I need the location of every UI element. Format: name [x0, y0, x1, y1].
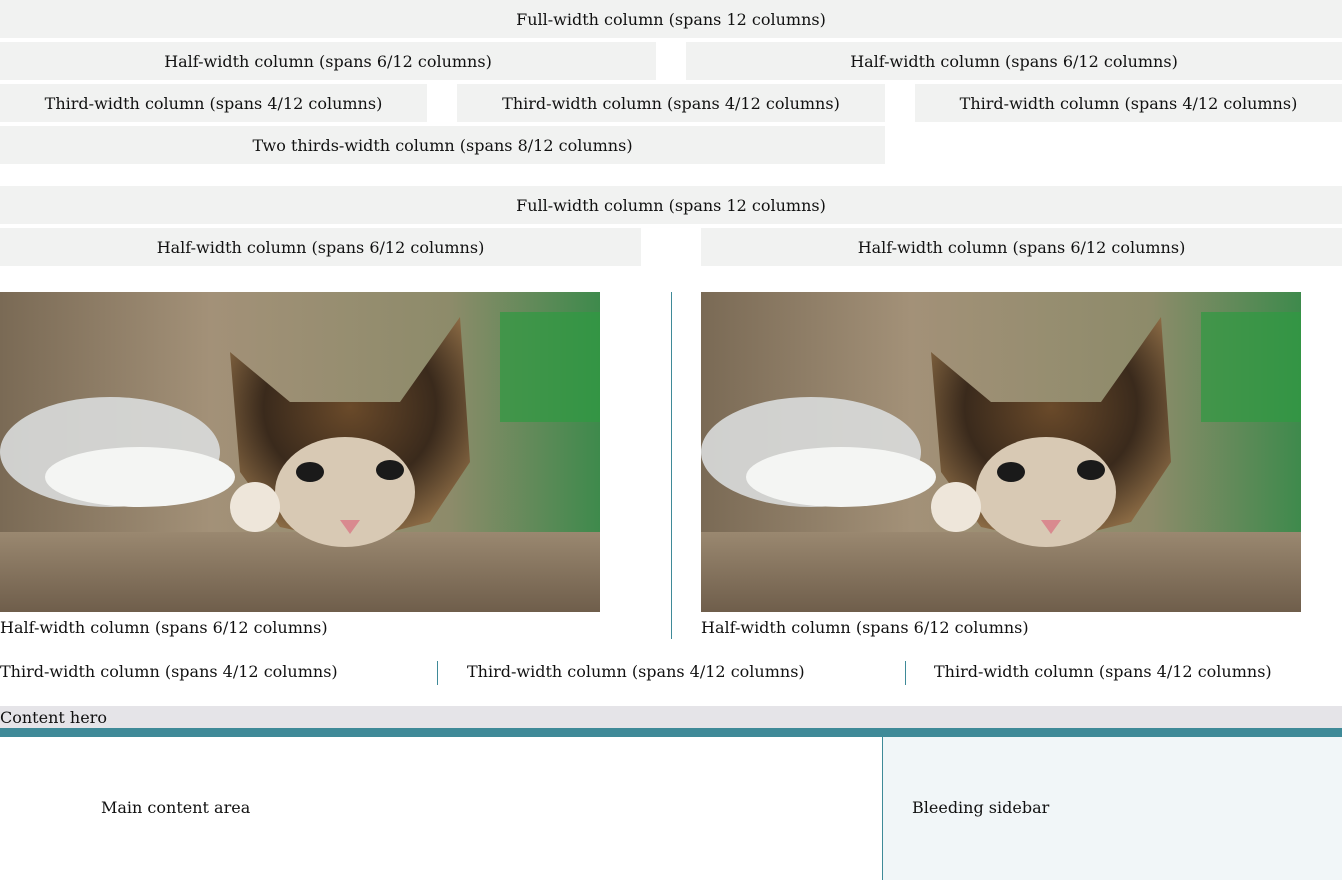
hero-border	[0, 728, 1342, 737]
third-width-column: Third-width column (spans 4/12 columns)	[457, 84, 885, 122]
column-label: Half-width column (spans 6/12 columns)	[156, 237, 485, 257]
half-width-column: Half-width column (spans 6/12 columns)	[0, 228, 641, 266]
kitten-image	[701, 292, 1301, 612]
column-divider	[905, 661, 906, 685]
full-width-column: Full-width column (spans 12 columns)	[0, 186, 1342, 224]
column-label: Half-width column (spans 6/12 columns)	[850, 51, 1178, 71]
column-label: Full-width column (spans 12 columns)	[516, 9, 826, 29]
kitten-image	[0, 292, 600, 612]
column-label: Third-width column (spans 4/12 columns)	[44, 93, 383, 113]
column-label: Two thirds-width column (spans 8/12 colu…	[252, 135, 633, 155]
column-label: Third-width column (spans 4/12 columns)	[959, 93, 1298, 113]
column-label: Full-width column (spans 12 columns)	[516, 195, 826, 215]
image-caption: Half-width column (spans 6/12 columns)	[701, 618, 1029, 637]
main-content-area: Main content area	[101, 798, 251, 817]
image-caption: Half-width column (spans 6/12 columns)	[0, 618, 328, 637]
column-label: Third-width column (spans 4/12 columns)	[502, 93, 840, 113]
column-divider	[671, 292, 672, 639]
column-label: Half-width column (spans 6/12 columns)	[857, 237, 1186, 257]
content-hero: Content hero	[0, 706, 1342, 728]
third-width-column: Third-width column (spans 4/12 columns)	[934, 662, 1272, 681]
third-width-column: Third-width column (spans 4/12 columns)	[0, 84, 427, 122]
third-width-column: Third-width column (spans 4/12 columns)	[0, 662, 338, 681]
hero-label: Content hero	[0, 707, 107, 727]
half-width-column: Half-width column (spans 6/12 columns)	[686, 42, 1342, 80]
two-thirds-width-column: Two thirds-width column (spans 8/12 colu…	[0, 126, 885, 164]
third-width-column: Third-width column (spans 4/12 columns)	[915, 84, 1342, 122]
full-width-column: Full-width column (spans 12 columns)	[0, 0, 1342, 38]
half-width-column: Half-width column (spans 6/12 columns)	[0, 42, 656, 80]
column-label: Half-width column (spans 6/12 columns)	[164, 51, 492, 71]
third-width-column: Third-width column (spans 4/12 columns)	[467, 662, 805, 681]
half-width-column: Half-width column (spans 6/12 columns)	[701, 228, 1342, 266]
column-divider	[437, 661, 438, 685]
sidebar-label: Bleeding sidebar	[912, 798, 1050, 817]
bleeding-sidebar: Bleeding sidebar	[882, 737, 1342, 880]
